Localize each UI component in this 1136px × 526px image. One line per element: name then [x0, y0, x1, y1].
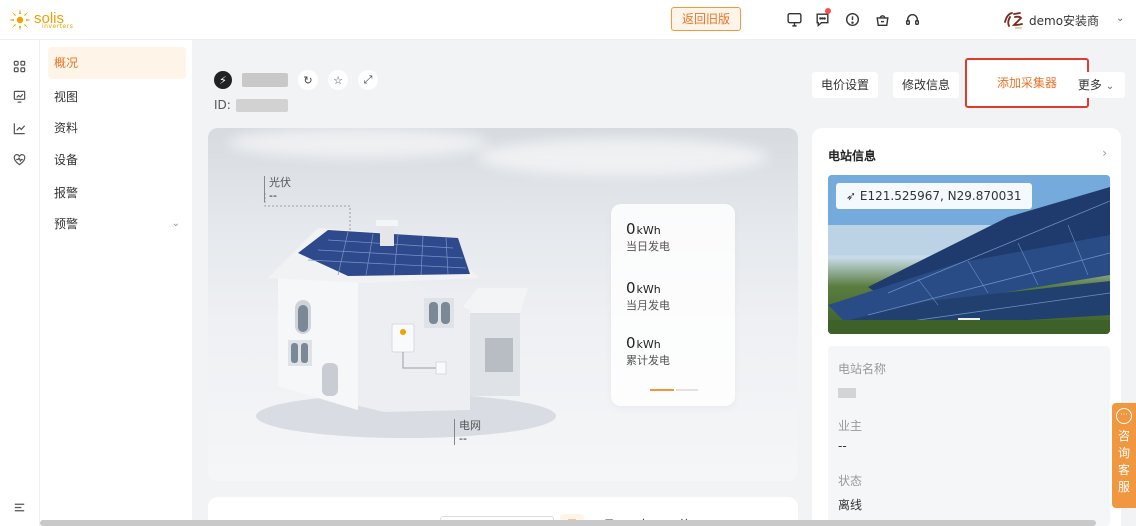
station-name-redacted: [242, 73, 288, 87]
grid-icon[interactable]: [10, 57, 28, 75]
total-energy: 0kWh 累计发电: [626, 334, 670, 368]
star-icon[interactable]: ☆: [328, 70, 348, 90]
grid-title: 电网: [459, 419, 481, 432]
energy-flow-panel: 光伏 -- 电网 -- 0kWh 当日发电 0kWh 当月发电 0kWh 累计发…: [208, 128, 798, 481]
menu-item-warnings[interactable]: 预警 ⌄: [48, 208, 186, 240]
solis-logo[interactable]: solis inverters: [8, 8, 73, 30]
side-menu: 概况 视图 资料 设备 报警 预警 ⌄: [40, 40, 192, 526]
menu-item-label: 报警: [54, 186, 79, 200]
menu-item-view[interactable]: 视图: [48, 81, 186, 113]
main-content: ⚡ ↻ ☆ ⤢ ID: 电价设置 修改信息 添加采集器 更多 ⌄ 光伏 -- 电…: [192, 40, 1136, 526]
chevron-down-icon: ⌄: [171, 218, 180, 229]
user-avatar[interactable]: [1001, 8, 1025, 32]
service-char: 客: [1117, 463, 1130, 477]
chevron-down-icon[interactable]: ⌄: [1116, 13, 1124, 24]
station-header: ⚡ ↻ ☆ ⤢: [214, 70, 378, 90]
chevron-right-icon[interactable]: ›: [1102, 146, 1107, 160]
owner-value: --: [838, 439, 847, 453]
station-photo: ➶ E121.525967, N29.870031: [828, 175, 1110, 334]
icon-rail: [0, 40, 40, 526]
coordinates-text: E121.525967, N29.870031: [859, 189, 1022, 203]
station-id-label: ID:: [214, 98, 231, 112]
headset-icon[interactable]: [902, 9, 922, 29]
daily-energy-value: 0: [626, 220, 636, 238]
menu-item-label: 概况: [54, 56, 79, 70]
service-char: 服: [1117, 480, 1130, 494]
station-details: 电站名称 业主 -- 状态 离线: [828, 346, 1110, 526]
lightning-icon: ⚡: [214, 71, 232, 89]
menu-item-overview[interactable]: 概况: [48, 47, 186, 79]
daily-energy-label: 当日发电: [626, 240, 670, 253]
horizontal-scrollbar[interactable]: [40, 520, 1096, 526]
top-header: solis inverters 返回旧版 demo安装商 ⌄: [0, 0, 1136, 40]
monthly-energy: 0kWh 当月发电: [626, 279, 670, 313]
carousel-indicator-active[interactable]: [650, 389, 674, 391]
station-name-label: 电站名称: [838, 362, 887, 376]
station-name-redacted: [838, 388, 856, 398]
station-info-card: 电站信息 › ➶ E121.525967, N29.870031 电站名称 业主…: [812, 128, 1121, 526]
total-energy-value: 0: [626, 334, 636, 352]
info-icon[interactable]: [842, 9, 862, 29]
logo-subtext: inverters: [42, 23, 74, 30]
pv-label: 光伏 --: [264, 176, 291, 202]
more-label: 更多: [1077, 78, 1102, 92]
menu-item-label: 预警: [54, 217, 79, 231]
menu-item-data[interactable]: 资料: [48, 112, 186, 144]
chevron-down-icon: ⌄: [1105, 81, 1115, 92]
coordinates-badge: ➶ E121.525967, N29.870031: [836, 183, 1032, 209]
service-char: 询: [1117, 446, 1130, 460]
status-value: 离线: [838, 498, 863, 512]
monitor-icon[interactable]: [784, 9, 804, 29]
dashboard-icon[interactable]: [10, 87, 28, 105]
grid-label: 电网 --: [454, 419, 481, 445]
carousel-indicator[interactable]: [676, 389, 698, 391]
monthly-energy-value: 0: [626, 279, 636, 297]
total-energy-label: 累计发电: [626, 354, 670, 367]
daily-energy-unit: kWh: [636, 224, 661, 237]
edit-info-button[interactable]: 修改信息: [893, 72, 959, 98]
menu-item-label: 设备: [54, 153, 79, 167]
menu-item-alarms[interactable]: 报警: [48, 177, 186, 209]
message-icon[interactable]: [812, 8, 832, 29]
expand-icon[interactable]: ⤢: [358, 70, 378, 90]
grid-value: --: [459, 432, 467, 445]
menu-item-label: 资料: [54, 121, 79, 135]
sun-logo-icon: [9, 9, 31, 30]
return-old-version-button[interactable]: 返回旧版: [671, 7, 741, 31]
collapse-menu-icon[interactable]: [10, 498, 28, 516]
menu-item-devices[interactable]: 设备: [48, 144, 186, 176]
monthly-energy-label: 当月发电: [626, 299, 670, 312]
heart-icon[interactable]: [10, 150, 28, 168]
customer-service-button[interactable]: ··· 咨 询 客 服: [1112, 403, 1136, 508]
chart-icon[interactable]: [10, 119, 28, 137]
shop-icon[interactable]: [872, 9, 892, 29]
pv-title: 光伏: [269, 176, 291, 189]
monthly-energy-unit: kWh: [636, 283, 661, 296]
status-label: 状态: [838, 474, 863, 488]
menu-item-label: 视图: [54, 90, 79, 104]
station-info-title: 电站信息: [828, 149, 877, 163]
service-char: 咨: [1117, 429, 1130, 443]
notification-dot: [825, 8, 831, 14]
station-id-redacted: [236, 99, 288, 112]
more-dropdown[interactable]: 更多 ⌄: [1067, 72, 1125, 98]
daily-energy: 0kWh 当日发电: [626, 220, 670, 254]
price-settings-button[interactable]: 电价设置: [812, 72, 878, 98]
refresh-icon[interactable]: ↻: [298, 70, 318, 90]
chat-icon: ···: [1116, 408, 1132, 424]
total-energy-unit: kWh: [636, 338, 661, 351]
location-arrow-icon: ➶: [846, 189, 857, 203]
pv-value: --: [269, 189, 277, 202]
energy-summary-card: 0kWh 当日发电 0kWh 当月发电 0kWh 累计发电: [611, 204, 735, 406]
owner-label: 业主: [838, 419, 863, 433]
user-name[interactable]: demo安装商: [1029, 12, 1099, 29]
